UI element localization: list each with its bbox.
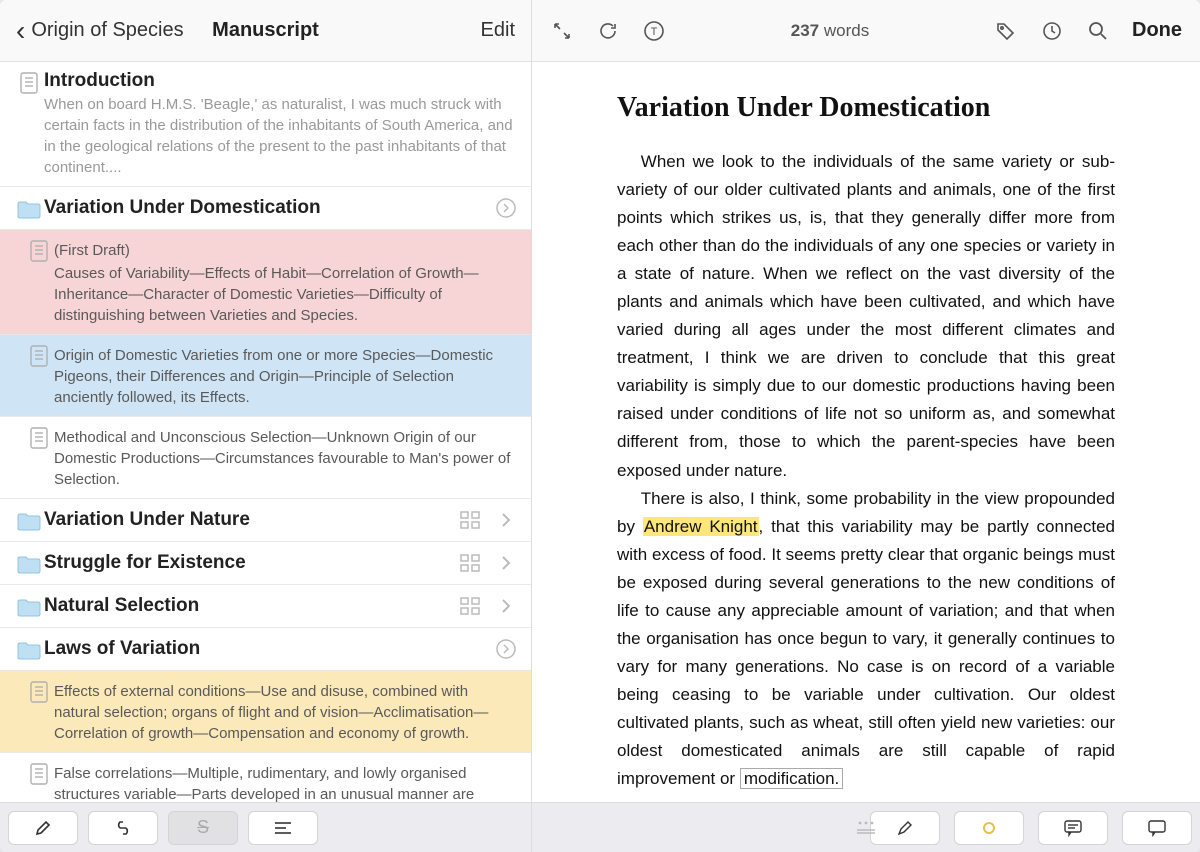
- pencil-icon: [34, 819, 52, 837]
- draft-label: (First Draft): [54, 240, 517, 261]
- item-title: Introduction: [44, 70, 517, 92]
- edit-button[interactable]: Edit: [481, 19, 515, 42]
- expand-icon[interactable]: [550, 19, 574, 43]
- folder-title: Struggle for Existence: [44, 552, 459, 574]
- binder-header: ‹ Origin of Species Manuscript Edit: [0, 0, 531, 62]
- document-icon: [29, 763, 49, 785]
- chevron-right-icon[interactable]: [495, 509, 517, 531]
- color-circle-icon: [983, 822, 995, 834]
- highlight: Andrew Knight: [643, 517, 759, 536]
- folder-title: Laws of Variation: [44, 638, 495, 660]
- document-icon: [29, 681, 49, 703]
- folder-icon: [17, 640, 41, 660]
- editor-header: T 237 words Done: [532, 0, 1200, 62]
- speech-button[interactable]: [1122, 811, 1192, 845]
- comment-button[interactable]: [1038, 811, 1108, 845]
- folder-variation-domestication[interactable]: Variation Under Domestication: [0, 187, 531, 230]
- folder-title: Natural Selection: [44, 595, 459, 617]
- corkboard-icon[interactable]: [459, 552, 481, 574]
- done-button[interactable]: Done: [1132, 19, 1182, 42]
- chevron-right-icon[interactable]: [495, 552, 517, 574]
- link-button[interactable]: [88, 811, 158, 845]
- list-item[interactable]: Methodical and Unconscious Selection—Unk…: [0, 417, 531, 499]
- folder-icon: [17, 597, 41, 617]
- editor-pane: T 237 words Done Variation Under Domesti…: [532, 0, 1200, 852]
- document-icon: [29, 240, 49, 262]
- list-item[interactable]: Effects of external conditions—Use and d…: [0, 671, 531, 753]
- drag-handle-icon[interactable]: [854, 820, 878, 836]
- document-icon: [29, 427, 49, 449]
- item-snippet: Origin of Domestic Varieties from one or…: [54, 345, 517, 408]
- comment-lines-icon: [1063, 819, 1083, 837]
- typewriter-icon[interactable]: T: [642, 19, 666, 43]
- compose-button[interactable]: [8, 811, 78, 845]
- binder-list[interactable]: Introduction When on board H.M.S. 'Beagl…: [0, 62, 531, 802]
- speech-bubble-icon: [1147, 819, 1167, 837]
- folder-struggle[interactable]: Struggle for Existence: [0, 542, 531, 585]
- document-icon: [19, 72, 39, 94]
- align-left-icon: [274, 821, 292, 835]
- folder-laws-variation[interactable]: Laws of Variation: [0, 628, 531, 671]
- doc-title: Variation Under Domestication: [617, 92, 1115, 124]
- disclosure-icon[interactable]: [495, 638, 517, 660]
- strikethrough-button[interactable]: S: [168, 811, 238, 845]
- doc-paragraph: When we look to the individuals of the s…: [617, 148, 1115, 485]
- list-item[interactable]: False correlations—Multiple, rudimentary…: [0, 753, 531, 802]
- chevron-right-icon[interactable]: [495, 595, 517, 617]
- folder-variation-nature[interactable]: Variation Under Nature: [0, 499, 531, 542]
- item-snippet: False correlations—Multiple, rudimentary…: [54, 763, 517, 802]
- binder-pane: ‹ Origin of Species Manuscript Edit Intr…: [0, 0, 532, 852]
- breadcrumb[interactable]: Origin of Species: [31, 19, 183, 42]
- highlighter-icon: [896, 819, 914, 837]
- folder-natural-selection[interactable]: Natural Selection: [0, 585, 531, 628]
- editor-toolbar: [532, 802, 1200, 852]
- folder-icon: [17, 511, 41, 531]
- align-button[interactable]: [248, 811, 318, 845]
- folder-icon: [17, 199, 41, 219]
- search-icon[interactable]: [1086, 19, 1110, 43]
- folder-title: Variation Under Domestication: [44, 197, 495, 219]
- list-item-draft[interactable]: (First Draft) Causes of Variability—Effe…: [0, 230, 531, 335]
- boxed-text: modification.: [740, 768, 843, 789]
- color-button[interactable]: [954, 811, 1024, 845]
- back-chevron-icon[interactable]: ‹: [16, 17, 25, 45]
- link-icon: [113, 819, 133, 837]
- editor-body[interactable]: Variation Under Domestication When we lo…: [532, 62, 1200, 802]
- tag-icon[interactable]: [994, 19, 1018, 43]
- corkboard-icon[interactable]: [459, 509, 481, 531]
- doc-paragraph: There is also, I think, some probability…: [617, 485, 1115, 794]
- list-item-intro[interactable]: Introduction When on board H.M.S. 'Beagl…: [0, 62, 531, 187]
- corkboard-icon[interactable]: [459, 595, 481, 617]
- strikethrough-icon: S: [197, 817, 209, 838]
- sync-icon[interactable]: [596, 19, 620, 43]
- item-snippet: Effects of external conditions—Use and d…: [54, 681, 517, 744]
- item-snippet: Causes of Variability—Effects of Habit—C…: [54, 263, 517, 326]
- svg-text:T: T: [651, 26, 658, 38]
- word-count[interactable]: 237 words: [688, 21, 972, 41]
- highlighter-button[interactable]: [870, 811, 940, 845]
- list-item[interactable]: Origin of Domestic Varieties from one or…: [0, 335, 531, 417]
- disclosure-icon[interactable]: [495, 197, 517, 219]
- document-icon: [29, 345, 49, 367]
- history-icon[interactable]: [1040, 19, 1064, 43]
- binder-toolbar: S: [0, 802, 531, 852]
- folder-title: Variation Under Nature: [44, 509, 459, 531]
- item-snippet: Methodical and Unconscious Selection—Unk…: [54, 427, 517, 490]
- folder-icon: [17, 554, 41, 574]
- item-snippet: When on board H.M.S. 'Beagle,' as natura…: [44, 94, 517, 178]
